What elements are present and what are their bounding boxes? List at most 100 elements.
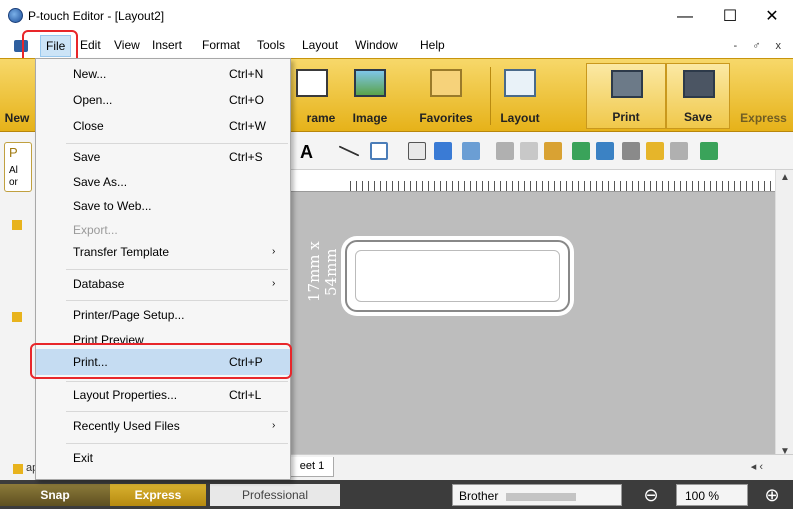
ribbon-print-button[interactable]: Print [586, 63, 666, 129]
menu-tools[interactable]: Tools [257, 38, 285, 52]
horizontal-scroll-left-icon[interactable]: ◂ ‹ [751, 460, 763, 473]
menu-view[interactable]: View [114, 38, 140, 52]
menu-item-label: Open... [73, 93, 113, 107]
ribbon-express-label: Express [740, 111, 787, 125]
ribbon-save-button[interactable]: Save [666, 63, 730, 129]
layout-icon [504, 69, 536, 97]
panel-letter: P [9, 145, 18, 160]
zoom-in-icon[interactable]: ⊕ [760, 484, 784, 506]
vertical-scrollbar[interactable]: ▲ ▼ [775, 170, 793, 462]
sheet-tab[interactable]: eet 1 [290, 457, 334, 477]
file-dropdown-menu: New... Ctrl+N Open... Ctrl+O Close Ctrl+W S… [35, 58, 291, 480]
ribbon-layout-button[interactable]: Layout [484, 63, 556, 129]
menu-item-label: Exit [73, 451, 94, 465]
menu-edit[interactable]: Edit [80, 38, 101, 52]
ribbon-new-button[interactable]: New [0, 63, 34, 129]
table-icon[interactable] [408, 142, 426, 160]
menu-separator [66, 300, 288, 301]
arrange-icon[interactable] [462, 142, 480, 160]
menu-item-save-to-web[interactable]: Save to Web... [36, 193, 290, 219]
label-print-area[interactable] [355, 250, 560, 302]
zoom-out-icon[interactable]: ⊖ [640, 484, 662, 506]
menu-format[interactable]: Format [202, 38, 240, 52]
menu-item-label: Save As... [73, 175, 128, 189]
line-icon[interactable] [338, 145, 360, 157]
menu-window[interactable]: Window [355, 38, 398, 52]
menu-item-label: Close [73, 119, 104, 133]
database-icon[interactable] [646, 142, 664, 160]
menu-item-close[interactable]: Close Ctrl+W [36, 113, 290, 139]
undo-icon[interactable] [572, 142, 590, 160]
menu-item-recent-files[interactable]: Recently Used Files › [36, 413, 290, 439]
panel-text-1: Al [9, 165, 18, 176]
scroll-up-icon[interactable]: ▲ [780, 172, 790, 183]
menu-item-new[interactable]: New... Ctrl+N [36, 61, 290, 87]
menu-item-shortcut: Ctrl+W [229, 119, 266, 133]
label-size-text: 17mm x 54mm [305, 241, 340, 303]
menu-separator [66, 443, 288, 444]
favorites-folder-icon [430, 69, 462, 97]
maximize-button[interactable]: ☐ [710, 4, 750, 30]
minimize-button[interactable]: — [665, 4, 705, 30]
align-icon[interactable] [622, 142, 640, 160]
chart-icon[interactable] [434, 142, 452, 160]
menu-item-database[interactable]: Database › [36, 271, 290, 297]
menu-help[interactable]: Help [420, 38, 445, 52]
menu-layout[interactable]: Layout [302, 38, 338, 52]
menu-bar: File Edit View Insert Format Tools Layou… [0, 34, 793, 58]
print-item-highlight [30, 343, 292, 379]
ribbon-image-button[interactable]: Image [334, 63, 406, 129]
menu-item-label: Printer/Page Setup... [73, 308, 185, 322]
format-toolbar: A [290, 132, 793, 170]
title-bar: P-touch Editor - [Layout2] — ☐ ✕ [0, 0, 793, 34]
ribbon-save-label: Save [683, 110, 713, 124]
menu-item-open[interactable]: Open... Ctrl+O [36, 87, 290, 113]
paste-icon[interactable] [544, 142, 562, 160]
menu-item-transfer-template[interactable]: Transfer Template › [36, 239, 290, 265]
snap-mode-button[interactable]: Snap [0, 484, 110, 506]
ribbon-favorites-label: Favorites [419, 111, 473, 125]
ruler-ticks [350, 181, 773, 191]
submenu-arrow-icon: › [272, 246, 276, 257]
layout-canvas[interactable] [290, 192, 775, 454]
mdi-window-buttons[interactable]: - ♂ x [733, 40, 787, 52]
menu-item-label: Layout Properties... [73, 388, 178, 402]
cart-icon[interactable] [700, 142, 718, 160]
ribbon-layout-label: Layout [500, 111, 540, 125]
redo-icon[interactable] [596, 142, 614, 160]
section-marker-icon [12, 312, 22, 322]
close-button[interactable]: ✕ [752, 4, 792, 30]
printer-name: Brother [459, 489, 499, 503]
text-icon[interactable]: A [300, 142, 330, 162]
label-outline[interactable] [345, 240, 570, 312]
paper-type-icon [13, 464, 23, 474]
submenu-arrow-icon: › [272, 420, 276, 431]
menu-item-printer-setup[interactable]: Printer/Page Setup... [36, 302, 290, 328]
menu-item-layout-properties[interactable]: Layout Properties... Ctrl+L [36, 382, 290, 408]
app-icon [8, 8, 23, 23]
menu-item-label: Transfer Template [73, 245, 170, 259]
express-mode-button[interactable]: Express [110, 484, 206, 506]
menu-item-save-as[interactable]: Save As... [36, 169, 290, 195]
menu-item-label: New... [73, 67, 107, 81]
menu-insert[interactable]: Insert [152, 38, 182, 52]
menu-item-shortcut: Ctrl+N [229, 67, 264, 81]
menu-item-save[interactable]: Save Ctrl+S [36, 144, 290, 170]
rectangle-icon[interactable] [370, 142, 388, 160]
professional-mode-button[interactable]: Professional [210, 484, 340, 506]
cut-icon[interactable] [496, 142, 514, 160]
ribbon-favorites-button[interactable]: Favorites [410, 63, 482, 129]
menu-separator [66, 411, 288, 412]
copy-icon[interactable] [520, 142, 538, 160]
zoom-select[interactable]: 100 % [676, 484, 748, 506]
ribbon-print-label: Print [612, 110, 640, 124]
menu-item-label: Database [73, 277, 125, 291]
printer-select[interactable]: Brother [452, 484, 622, 506]
menu-item-exit[interactable]: Exit [36, 445, 290, 471]
menu-item-label: Save [73, 150, 101, 164]
submenu-arrow-icon: › [272, 278, 276, 289]
panel-box[interactable]: P Al or [4, 142, 32, 192]
sort-icon[interactable] [670, 142, 688, 160]
printer-icon [611, 70, 643, 98]
ribbon-express-button[interactable]: Express [734, 63, 793, 129]
